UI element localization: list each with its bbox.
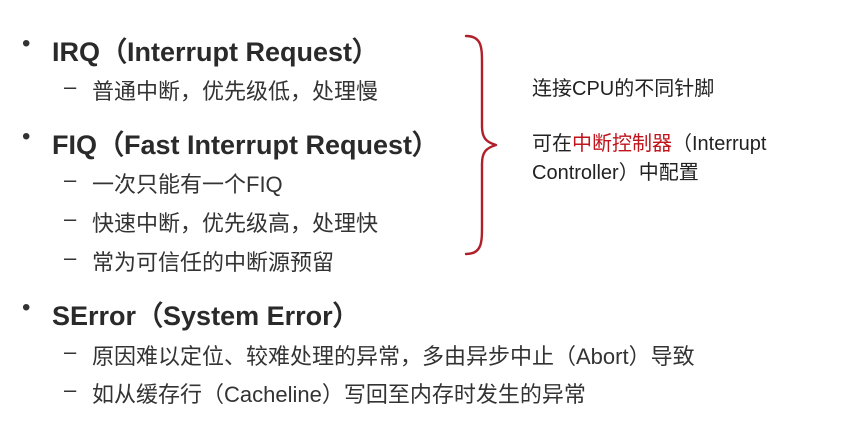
dash-fiq-3: – (64, 245, 77, 270)
dash-irq-1: – (64, 74, 77, 99)
right-curly-brace (464, 34, 498, 256)
note-prefix: 可在 (532, 133, 572, 155)
dash-fiq-2: – (64, 206, 77, 231)
text-fiq-1: 一次只能有一个FIQ (92, 172, 283, 197)
note-suffix-line1: （Interrupt (672, 133, 767, 155)
note-cpu-pins: 连接CPU的不同针脚 (532, 78, 715, 100)
heading-irq: IRQ（Interrupt Request） (52, 37, 380, 67)
dash-serror-2: – (64, 377, 77, 402)
text-irq-1: 普通中断，优先级低，处理慢 (92, 79, 379, 104)
note-line2: Controller）中配置 (532, 162, 699, 184)
slide: • IRQ（Interrupt Request） – 普通中断，优先级低，处理慢… (0, 0, 842, 423)
text-fiq-2: 快速中断，优先级高，处理快 (92, 211, 379, 236)
bullet-serror: • (22, 294, 31, 321)
text-serror-1: 原因难以定位、较难处理的异常，多由异步中止（Abort）导致 (92, 344, 695, 369)
text-serror-2: 如从缓存行（Cacheline）写回至内存时发生的异常 (92, 382, 586, 407)
heading-serror: SError（System Error） (52, 301, 360, 331)
bullet-fiq: • (22, 123, 31, 150)
heading-fiq: FIQ（Fast Interrupt Request） (52, 130, 440, 160)
dash-fiq-1: – (64, 167, 77, 192)
note-interrupt-controller: 可在中断控制器（Interrupt Controller）中配置 (532, 130, 766, 188)
dash-serror-1: – (64, 339, 77, 364)
bullet-irq: • (22, 30, 31, 57)
note-highlight-interrupt-controller: 中断控制器 (572, 133, 672, 155)
text-fiq-3: 常为可信任的中断源预留 (92, 250, 335, 275)
